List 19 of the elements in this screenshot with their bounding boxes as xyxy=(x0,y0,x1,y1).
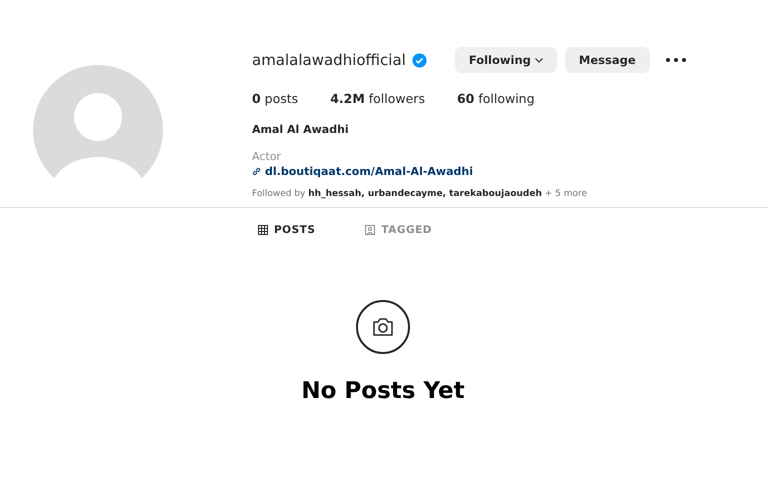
website-link[interactable]: dl.boutiqaat.com/Amal-Al-Awadhi xyxy=(265,165,473,178)
avatar-icon xyxy=(33,65,163,195)
message-button[interactable]: Message xyxy=(564,47,650,73)
profile-tab[interactable]: POSTS xyxy=(258,224,316,236)
following-button[interactable]: Following xyxy=(454,47,557,73)
profile-stat[interactable]: 4.2M followers xyxy=(330,91,425,106)
more-options-icon[interactable] xyxy=(666,58,686,62)
followed-by-text[interactable]: Followed by hh_hessah, urbandecayme, tarekaboujaoudeh + 5 more xyxy=(252,189,588,199)
grid-icon xyxy=(258,225,268,235)
profile-stat[interactable]: 60 following xyxy=(456,91,535,106)
chevron-down-icon xyxy=(534,58,543,62)
link-icon xyxy=(252,167,261,176)
empty-state-title: No Posts Yet xyxy=(301,378,465,404)
tag-icon xyxy=(365,225,376,235)
username: amalalawadhiofficial xyxy=(252,51,406,69)
profile-stat[interactable]: 0 posts xyxy=(252,91,298,106)
display-name: Amal Al Awadhi xyxy=(252,123,349,136)
category-label: Actor xyxy=(252,150,281,163)
camera-icon xyxy=(356,300,410,354)
